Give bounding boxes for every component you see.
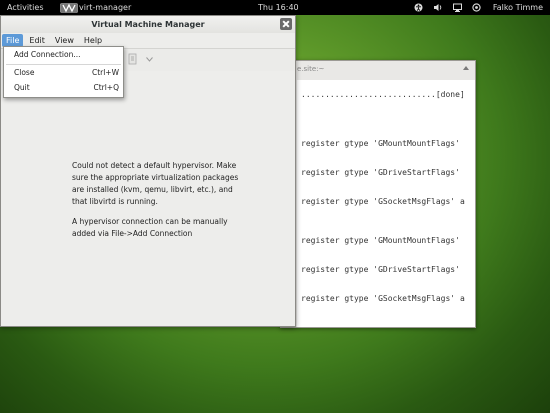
add-connection-hint: A hypervisor connection can be manually … [72,217,228,238]
terminal-line: register gtype 'GSocketMsgFlags' a [301,197,465,206]
file-menu-dropdown: Add Connection... Close Ctrl+W Quit Ctrl… [3,46,124,98]
terminal-line: register gtype 'GSocketMsgFlags' a [301,294,465,303]
menu-item-label: Add Connection... [14,50,81,59]
virt-manager-app-icon [60,2,78,13]
status-area: Falko Timme [414,0,543,15]
terminal-line: register gtype 'GMountMountFlags' [301,236,460,245]
app-menu[interactable]: virt-manager [60,0,131,15]
clock[interactable]: Thu 16:40 [258,0,299,15]
app-name: virt-manager [79,3,132,12]
terminal-line: ............................[done] [301,90,465,99]
window-titlebar[interactable]: Virtual Machine Manager [1,16,295,33]
top-panel: Activities virt-manager Thu 16:40 Falko … [0,0,550,15]
activities-button[interactable]: Activities [7,0,44,15]
menu-item-quit[interactable]: Quit Ctrl+Q [4,82,123,94]
window-title: Virtual Machine Manager [91,20,205,29]
network-icon[interactable] [452,3,462,12]
connection-list-area[interactable]: Could not detect a default hypervisor. M… [1,71,295,326]
chat-icon[interactable] [472,3,481,12]
menu-item-add-connection[interactable]: Add Connection... [4,49,123,61]
terminal-line: register gtype 'GMountMountFlags' [301,139,460,148]
background-terminal-window[interactable]: e.site:~ ............................[do… [280,60,476,328]
scroll-up-arrow-icon[interactable] [463,66,469,70]
menu-item-close[interactable]: Close Ctrl+W [4,67,123,79]
menu-item-label: Quit [14,83,30,92]
menu-item-label: Close [14,68,35,77]
volume-icon[interactable] [433,3,443,12]
chevron-down-icon[interactable] [146,57,153,62]
user-menu[interactable]: Falko Timme [493,0,543,15]
terminal-output: ............................[done] regis… [297,80,475,327]
background-window-titlebar[interactable]: e.site:~ [281,61,475,78]
terminal-line: register gtype 'GDriveStartFlags' [301,168,460,177]
open-console-icon[interactable] [128,53,137,65]
terminal-line: register gtype 'GDriveStartFlags' [301,265,460,274]
close-icon[interactable] [280,18,292,30]
menu-item-shortcut: Ctrl+Q [93,83,119,92]
accessibility-icon[interactable] [414,3,423,12]
background-window-title: e.site:~ [297,65,325,73]
no-hypervisor-message: Could not detect a default hypervisor. M… [72,161,239,206]
menu-item-shortcut: Ctrl+W [91,68,119,77]
menu-separator [6,64,121,65]
